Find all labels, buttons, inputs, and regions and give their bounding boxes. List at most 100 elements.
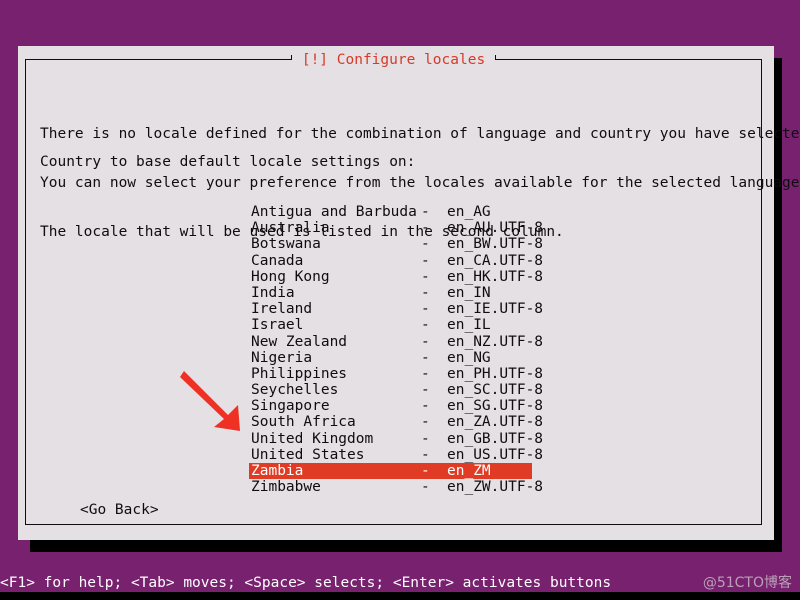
locale-country-name: Canada — [251, 252, 304, 269]
status-bar: <F1> for help; <Tab> moves; <Space> sele… — [0, 574, 800, 592]
locale-separator: - — [421, 317, 430, 334]
watermark-label: @51CTO博客 — [702, 575, 792, 591]
locale-country-name: Botswana — [251, 236, 321, 253]
locale-row-text: Zimbabwe - en_ZW.UTF-8 — [40, 479, 543, 495]
locale-row[interactable]: United Kingdom - en_GB.UTF-8 — [40, 431, 762, 447]
locale-row-text: Israel - en_IL — [40, 317, 491, 333]
locale-code: en_IN — [447, 284, 491, 301]
dialog-content: There is no locale defined for the combi… — [40, 82, 800, 532]
locale-code: en_US.UTF-8 — [447, 446, 544, 463]
locale-separator: - — [421, 430, 430, 447]
locale-country-name: United States — [251, 446, 365, 463]
locale-row[interactable]: South Africa - en_ZA.UTF-8 — [40, 414, 762, 430]
locale-row[interactable]: Canada - en_CA.UTF-8 — [40, 253, 762, 269]
locale-row-text: United States - en_US.UTF-8 — [40, 447, 543, 463]
locale-code: en_CA.UTF-8 — [447, 252, 544, 269]
locale-row[interactable]: Israel - en_IL — [40, 317, 762, 333]
locale-row[interactable]: Ireland - en_IE.UTF-8 — [40, 301, 762, 317]
locale-country-name: New Zealand — [251, 333, 348, 350]
locale-country-name: Singapore — [251, 398, 330, 415]
locale-country-name: Ireland — [251, 301, 313, 318]
locale-code: en_ZW.UTF-8 — [447, 479, 544, 496]
locale-country-name: South Africa — [251, 414, 356, 431]
intro-line-2: You can now select your preference from … — [40, 175, 800, 192]
intro-line-1: There is no locale defined for the combi… — [40, 126, 800, 143]
status-bar-hint-text: <F1> for help; <Tab> moves; <Space> sele… — [0, 575, 612, 591]
locale-code: en_ZM — [447, 463, 491, 479]
locale-code: en_HK.UTF-8 — [447, 268, 544, 285]
dialog-title: [!] Configure locales — [291, 53, 496, 67]
locale-code: en_ZA.UTF-8 — [447, 414, 544, 431]
locale-row[interactable]: Australia - en_AU.UTF-8 — [40, 220, 762, 236]
locale-row-text: Botswana - en_BW.UTF-8 — [40, 236, 543, 252]
locale-row[interactable]: United States - en_US.UTF-8 — [40, 447, 762, 463]
locale-row-text: Singapore - en_SG.UTF-8 — [40, 398, 543, 414]
locale-row[interactable]: Philippines - en_PH.UTF-8 — [40, 366, 762, 382]
locale-separator: - — [421, 204, 430, 220]
locale-row-text: Canada - en_CA.UTF-8 — [40, 253, 543, 269]
locale-country-name: Australia — [251, 220, 330, 237]
locale-row[interactable]: Singapore - en_SG.UTF-8 — [40, 398, 762, 414]
locale-separator: - — [421, 463, 430, 479]
locale-row-text: Hong Kong - en_HK.UTF-8 — [40, 269, 543, 285]
locale-separator: - — [421, 365, 430, 382]
locale-separator: - — [421, 382, 430, 399]
locale-separator: - — [421, 268, 430, 285]
country-prompt-label: Country to base default locale settings … — [40, 154, 416, 170]
locale-country-name: Seychelles — [251, 382, 339, 399]
locale-code: en_SG.UTF-8 — [447, 398, 544, 415]
locale-row[interactable]: Hong Kong - en_HK.UTF-8 — [40, 269, 762, 285]
locale-row[interactable]: Seychelles - en_SC.UTF-8 — [40, 382, 762, 398]
locale-country-name: Zimbabwe — [251, 479, 321, 496]
locale-row-text: Antigua and Barbuda - en_AG — [40, 204, 491, 220]
locale-country-name: Zambia — [251, 463, 304, 479]
locale-separator: - — [421, 301, 430, 318]
locale-country-name: Philippines — [251, 365, 348, 382]
go-back-button[interactable]: <Go Back> — [80, 502, 159, 518]
locale-separator: - — [421, 398, 430, 415]
locale-separator: - — [421, 252, 430, 269]
locale-country-name: Antigua and Barbuda — [251, 204, 417, 220]
locale-code: en_GB.UTF-8 — [447, 430, 544, 447]
installer-screen: [!] Configure locales There is no locale… — [0, 0, 800, 592]
locale-separator: - — [421, 220, 430, 237]
locale-row-text: South Africa - en_ZA.UTF-8 — [40, 414, 543, 430]
locale-row[interactable]: India - en_IN — [40, 285, 762, 301]
locale-row[interactable]: Nigeria - en_NG — [40, 350, 762, 366]
locale-separator: - — [421, 479, 430, 496]
locale-row[interactable]: New Zealand - en_NZ.UTF-8 — [40, 334, 762, 350]
bottom-black-strip — [0, 592, 800, 600]
locale-row-text: United Kingdom - en_GB.UTF-8 — [40, 431, 543, 447]
locale-row[interactable]: Antigua and Barbuda - en_AG — [40, 204, 762, 220]
locale-code: en_IL — [447, 317, 491, 334]
locale-row-text: Zambia - en_ZM — [40, 463, 491, 479]
locale-separator: - — [421, 414, 430, 431]
locale-row-text: Ireland - en_IE.UTF-8 — [40, 301, 543, 317]
locale-code: en_AG — [447, 204, 491, 220]
configure-locales-dialog: [!] Configure locales There is no locale… — [18, 46, 800, 540]
locale-code: en_PH.UTF-8 — [447, 365, 544, 382]
locale-row[interactable]: Zimbabwe - en_ZW.UTF-8 — [40, 479, 762, 495]
locale-list[interactable]: Antigua and Barbuda - en_AG Australia - en_AU… — [40, 204, 762, 495]
locale-separator: - — [421, 446, 430, 463]
locale-country-name: Nigeria — [251, 349, 313, 366]
locale-code: en_NZ.UTF-8 — [447, 333, 544, 350]
locale-row[interactable]: Botswana - en_BW.UTF-8 — [40, 236, 762, 252]
locale-row-text: Philippines - en_PH.UTF-8 — [40, 366, 543, 382]
locale-row-text: India - en_IN — [40, 285, 491, 301]
locale-separator: - — [421, 236, 430, 253]
locale-row-text: New Zealand - en_NZ.UTF-8 — [40, 334, 543, 350]
locale-country-name: India — [251, 284, 295, 301]
locale-row-text: Australia - en_AU.UTF-8 — [40, 220, 543, 236]
locale-separator: - — [421, 284, 430, 301]
locale-row-text: Nigeria - en_NG — [40, 350, 491, 366]
locale-row-text: Seychelles - en_SC.UTF-8 — [40, 382, 543, 398]
locale-code: en_AU.UTF-8 — [447, 220, 544, 237]
locale-code: en_NG — [447, 349, 491, 366]
locale-code: en_SC.UTF-8 — [447, 382, 544, 399]
locale-country-name: United Kingdom — [251, 430, 374, 447]
locale-country-name: Israel — [251, 317, 304, 334]
locale-row[interactable]: Zambia - en_ZM — [40, 463, 762, 480]
locale-separator: - — [421, 349, 430, 366]
locale-separator: - — [421, 333, 430, 350]
